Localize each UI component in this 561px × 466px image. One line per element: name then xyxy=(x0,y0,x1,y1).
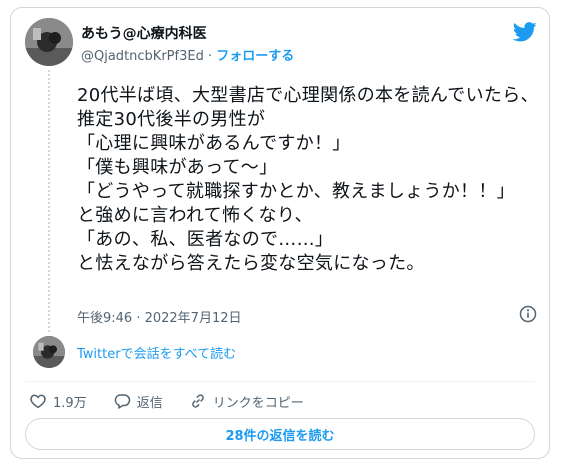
tweet-timestamp[interactable]: 午後9:46 · 2022年7月12日 xyxy=(77,307,242,326)
reader-avatar xyxy=(33,336,65,368)
tweet-text: 20代半ば頃、大型書店で心理関係の本を読んでいたら、推定30代後半の男性が 「心… xyxy=(77,85,539,274)
author-avatar[interactable] xyxy=(25,18,73,66)
reply-icon xyxy=(114,394,130,410)
thread-connector xyxy=(48,70,50,332)
author-handle-row: @QjadtncbKrPf3Ed · フォローする xyxy=(81,45,294,64)
tweet-actions: 1.9万 返信 リンクをコピー xyxy=(29,386,330,416)
heart-icon xyxy=(30,394,46,409)
read-replies-button[interactable]: 28件の返信を読む xyxy=(25,418,535,450)
reply-button[interactable]: 返信 xyxy=(113,392,163,411)
follow-button[interactable]: フォローする xyxy=(216,49,294,64)
tweet-embed-card: あもう@心療内科医 @QjadtncbKrPf3Ed · フォローする 20代半… xyxy=(10,7,550,459)
author-handle[interactable]: @QjadtncbKrPf3Ed xyxy=(81,49,204,64)
handle-separator: · xyxy=(207,49,213,64)
info-icon[interactable] xyxy=(519,305,537,323)
twitter-bird-icon[interactable] xyxy=(513,22,537,42)
like-count: 1.9万 xyxy=(53,395,87,411)
like-button[interactable]: 1.9万 xyxy=(29,392,87,411)
author-display-name[interactable]: あもう@心療内科医 xyxy=(81,23,207,43)
link-icon xyxy=(191,394,204,408)
copy-link-button[interactable]: リンクをコピー xyxy=(189,392,304,411)
reply-label: 返信 xyxy=(136,395,163,411)
actions-divider xyxy=(25,381,535,382)
copy-link-label: リンクをコピー xyxy=(212,395,304,411)
read-full-conversation-link[interactable]: Twitterで会話をすべて読む xyxy=(77,343,236,362)
